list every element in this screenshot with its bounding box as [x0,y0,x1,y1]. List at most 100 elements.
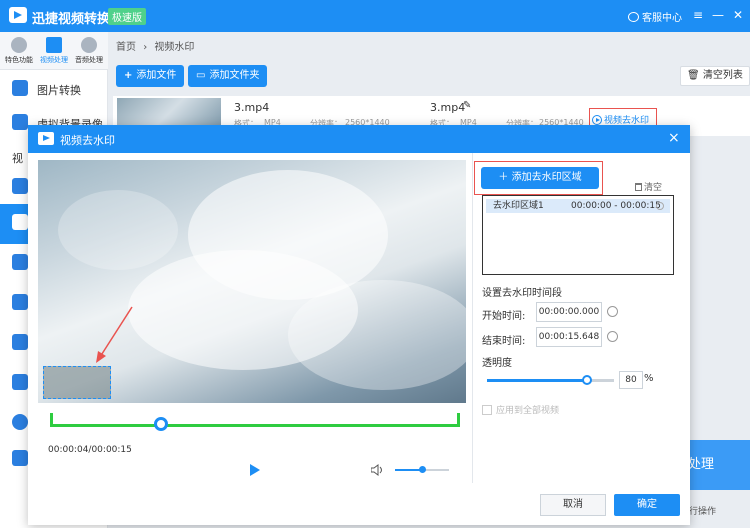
timeline-start-handle[interactable] [50,413,53,427]
app-window: 迅捷视频转换器 极速版 客服中心 ≡ — ✕ 特色功能 视频处理 音频处理 图片… [0,0,750,528]
panel-divider [472,153,473,483]
sidebar-item-label: 视 [12,152,23,165]
apply-all-checkbox[interactable]: 应用到全部视频 [482,403,559,416]
dialog-title: 视频去水印 [60,134,115,147]
play-icon[interactable] [250,464,260,476]
tab-features[interactable]: 特色功能 [2,34,36,65]
breadcrumb-current: 视频水印 [154,42,195,53]
layout-icon [12,374,28,390]
region-name: 去水印区域1 [493,201,544,211]
end-time-input[interactable]: 00:00:15.648 [536,327,602,347]
volume-fill [395,469,422,471]
add-file-button[interactable]: + 添加文件 [116,65,185,87]
trash-icon: 🗑 [687,70,700,81]
process-label: 处理 [688,457,715,472]
tab-label: 音频处理 [75,56,103,64]
opacity-input[interactable]: 80 [619,371,643,389]
gif-icon [12,334,28,350]
app-logo-icon [9,7,27,23]
edit-pencil-icon[interactable]: ✎ [463,100,471,111]
add-folder-label: 添加文件夹 [209,70,260,81]
opacity-slider[interactable] [487,379,587,382]
list-item[interactable]: 去水印区域1 00:00:00 - 00:00:15 [486,199,670,213]
region-time-range: 00:00:00 - 00:00:15 [571,201,661,211]
tab-audio-processing[interactable]: 音频处理 [72,34,106,65]
clear-list-button[interactable]: 🗑 清空列表 [680,66,750,86]
add-file-label: 添加文件 [136,70,177,81]
support-center-link[interactable]: 客服中心 [628,9,682,24]
end-time-label: 结束时间: [482,336,526,347]
image-icon [12,80,28,96]
input-filename: 3.mp4 [234,101,270,114]
opacity-knob[interactable] [582,375,592,385]
watermark-selection-box[interactable] [43,366,111,399]
volume-knob[interactable] [419,466,426,473]
cancel-button[interactable]: 取消 [540,494,606,516]
start-time-input[interactable]: 00:00:00.000 [536,302,602,322]
breadcrumb-home[interactable]: 首页 [116,42,136,53]
breadcrumb-separator: › [143,42,148,53]
timeline-end-handle[interactable] [457,413,460,427]
star-icon [11,37,27,53]
process-button[interactable]: 处理 [680,440,750,490]
playback-timecode: 00:00:04/00:00:15 [48,445,132,455]
video-thumbnail [117,98,221,128]
region-end: 00:00:15 [620,201,661,211]
output-filename: 3.mp4 [430,101,466,114]
watermark-removal-dialog: 视频去水印 × 00:00:04/00:00:15 ＋ 添加去水印区域 清空 去… [28,125,690,525]
sidebar-item-label: 图片转换 [37,84,81,97]
volume-icon[interactable] [371,464,385,476]
add-folder-button[interactable]: ▭ 添加文件夹 [188,65,268,87]
chat-icon [628,11,639,22]
reset-start-icon[interactable] [607,306,618,317]
opacity-label: 透明度 [482,358,512,369]
timeline-playhead[interactable] [153,417,168,431]
grid-icon [12,294,28,310]
star-icon [12,450,28,466]
arrow-pointer-icon [96,306,133,363]
tab-label: 特色功能 [5,56,33,64]
timeline-track[interactable] [50,410,460,431]
ok-button[interactable]: 确定 [614,494,680,516]
support-label: 客服中心 [642,13,682,24]
trash-icon [635,182,642,191]
folder-icon: ▭ [196,70,206,81]
cloud-shape [58,190,178,270]
video-camera-icon [38,132,54,145]
close-window-button[interactable]: ✕ [730,7,746,23]
region-start: 00:00:00 [571,201,612,211]
tab-video-processing[interactable]: 视频处理 [37,34,71,65]
checkbox[interactable] [482,404,492,415]
dialog-header: 视频去水印 × [28,125,690,153]
tab-label: 视频处理 [40,56,68,64]
video-icon [12,178,28,194]
edition-badge: 极速版 [108,8,146,25]
highlight-box [474,161,603,195]
category-tabs: 特色功能 视频处理 音频处理 [0,32,108,70]
section-title: 设置去水印时间段 [482,288,562,299]
title-bar: 迅捷视频转换器 极速版 客服中心 ≡ — ✕ [0,0,750,32]
clear-list-label: 清空列表 [702,70,743,81]
music-icon [81,37,97,53]
film-icon [46,37,62,53]
start-time-label: 开始时间: [482,311,526,322]
camera-icon [12,114,28,130]
clear-label: 清空 [644,183,663,193]
video-preview[interactable] [38,160,466,403]
opacity-unit: % [644,373,654,384]
plus-icon: + [124,70,133,81]
breadcrumb: 首页 › 视频水印 [116,38,198,53]
apply-all-label: 应用到全部视频 [496,406,560,416]
remove-region-icon[interactable] [656,202,664,210]
film-icon [12,254,28,270]
close-icon[interactable]: × [668,130,680,146]
timeline-line [50,424,460,427]
clear-regions-button[interactable]: 清空 [635,180,662,193]
play-icon [12,414,28,430]
minimize-button[interactable]: — [710,7,726,23]
region-list: 去水印区域1 00:00:00 - 00:00:15 [482,195,674,275]
person-icon [12,214,28,230]
cloud-shape [288,280,466,390]
menu-icon[interactable]: ≡ [690,7,706,23]
reset-end-icon[interactable] [607,331,618,342]
